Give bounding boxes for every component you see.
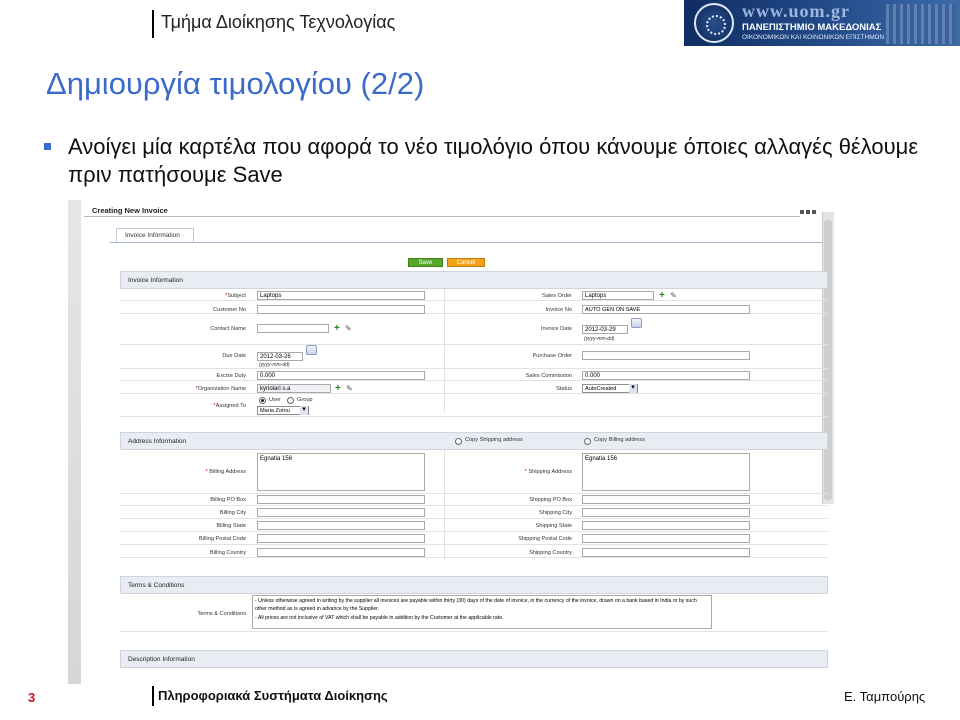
shipping-postal-label: Shipping Postal Code <box>518 536 572 542</box>
shipping-country-input[interactable] <box>582 548 750 557</box>
invoice-date-input[interactable]: 2012-03-29 <box>582 325 628 334</box>
group-radio[interactable] <box>287 397 294 404</box>
shipping-state-input[interactable] <box>582 521 750 530</box>
purchase-order-label: Purchase Order <box>532 353 572 359</box>
tab-underline <box>110 242 822 243</box>
sales-commission-input[interactable]: 0.000 <box>582 371 750 380</box>
excise-duty-label: Excise Duty <box>216 373 246 379</box>
group-radio-label: Group <box>297 397 313 403</box>
screenshot-left-edge <box>68 200 81 684</box>
assigned-to-label: *Assigned To <box>213 403 246 409</box>
terms-line-1: - Unless otherwise agreed in writing by … <box>255 598 697 612</box>
author-name: Ε. Ταμπούρης <box>844 689 926 704</box>
shipping-address-textarea[interactable]: Egnatia 156 <box>582 453 750 491</box>
page-number: 3 <box>28 690 36 705</box>
billing-state-input[interactable] <box>257 521 425 530</box>
logo-university-name: ΠΑΝΕΠΙΣΤΗΜΙΟ ΜΑΚΕΔΟΝΙΑΣ <box>742 22 882 33</box>
bullet-text: Ανοίγει μία καρτέλα που αφορά το νέο τιμ… <box>68 134 919 187</box>
sales-order-label: Sales Order <box>542 293 572 299</box>
tab-invoice-information[interactable]: Invoice Information <box>116 228 194 242</box>
footer-divider <box>152 686 154 706</box>
shipping-po-label: Shipping PO Box <box>529 497 572 503</box>
status-label: Status <box>556 386 572 392</box>
billing-city-label: Billing City <box>219 510 246 516</box>
header-divider <box>152 10 154 38</box>
window-title: Creating New Invoice <box>92 206 168 215</box>
invoice-no-label: Invoice No <box>545 307 572 313</box>
date-format-hint: (yyyy-mm-dd) <box>259 362 290 368</box>
invoice-no-input[interactable]: AUTO GEN ON SAVE <box>582 305 750 314</box>
slide-title: Δημιουργία τιμολογίου (2/2) <box>46 66 425 101</box>
building-photo-icon <box>886 4 956 44</box>
assigned-to-select[interactable]: Maria Zotou <box>257 406 309 415</box>
purchase-order-input[interactable] <box>582 351 750 360</box>
customer-no-label: Customer No <box>213 307 246 313</box>
terms-label: Terms & Conditions <box>197 611 247 617</box>
subject-label: *Subject <box>225 293 246 299</box>
billing-country-label: Billing Country <box>209 550 246 556</box>
customer-no-input[interactable] <box>257 305 425 314</box>
due-date-label: Due Date <box>222 353 246 359</box>
calendar-icon[interactable] <box>306 345 317 355</box>
clear-icon[interactable]: ✎ <box>345 325 353 333</box>
bullet-square-icon <box>44 143 51 150</box>
select-plus-icon[interactable]: + <box>335 384 343 394</box>
calendar-icon[interactable] <box>631 318 642 328</box>
shipping-po-input[interactable] <box>582 495 750 504</box>
terms-section-header: Terms & Conditions <box>120 576 828 594</box>
sales-order-input[interactable]: Laptops <box>582 291 654 300</box>
billing-postal-input[interactable] <box>257 534 425 543</box>
copy-billing-radio[interactable] <box>584 438 591 445</box>
cancel-button[interactable]: Cancel <box>447 258 485 267</box>
select-plus-icon[interactable]: + <box>334 324 342 334</box>
contact-name-input[interactable] <box>257 324 329 333</box>
due-date-input[interactable]: 2012-03-26 <box>257 352 303 361</box>
logo-url: www.uom.gr <box>742 1 850 21</box>
billing-address-label: * Billing Address <box>205 469 246 475</box>
title-divider <box>84 216 800 217</box>
billing-po-label: Billing PO Box <box>210 497 246 503</box>
shipping-city-input[interactable] <box>582 508 750 517</box>
user-radio-label: User <box>269 397 281 403</box>
sales-commission-label: Sales Commission <box>525 373 572 379</box>
status-select[interactable]: AutoCreated <box>582 384 638 393</box>
date-format-hint: (yyyy-mm-dd) <box>584 336 615 342</box>
terms-line-2: - All prices are not inclusive of VAT wh… <box>255 615 504 621</box>
window-controls-icon[interactable] <box>800 201 830 214</box>
logo-university-subtitle: ΟΙΚΟΝΟΜΙΚΩΝ ΚΑΙ ΚΟΙΝΩΝΙΚΩΝ ΕΠΙΣΤΗΜΩΝ <box>742 34 885 41</box>
billing-address-textarea[interactable]: Egnatia 156 <box>257 453 425 491</box>
copy-shipping-radio[interactable] <box>455 438 462 445</box>
university-seal-icon <box>694 3 734 43</box>
shipping-postal-input[interactable] <box>582 534 750 543</box>
excise-duty-input[interactable]: 0.000 <box>257 371 425 380</box>
contact-name-label: Contact Name <box>210 326 246 332</box>
user-radio[interactable] <box>259 397 266 404</box>
shipping-country-label: Shipping Country <box>529 550 572 556</box>
copy-billing-label: Copy Billing address <box>594 437 645 443</box>
select-plus-icon[interactable]: + <box>659 291 667 301</box>
shipping-city-label: Shipping City <box>539 510 572 516</box>
course-name: Πληροφοριακά Συστήματα Διοίκησης <box>158 688 388 703</box>
shipping-address-label: * Shipping Address <box>524 469 572 475</box>
terms-textarea[interactable]: - Unless otherwise agreed in writing by … <box>252 595 712 629</box>
description-section-header: Description Information <box>120 650 828 668</box>
organization-input[interactable]: kyriolari s.a <box>257 384 331 393</box>
billing-state-label: Billing State <box>216 523 246 529</box>
department-name: Τμήμα Διοίκησης Τεχνολογίας <box>161 12 396 32</box>
billing-country-input[interactable] <box>257 548 425 557</box>
shipping-state-label: Shipping State <box>535 523 572 529</box>
save-button[interactable]: Save <box>408 258 443 267</box>
invoice-section-header: Invoice Information <box>120 271 828 289</box>
university-logo-banner: www.uom.gr ΠΑΝΕΠΙΣΤΗΜΙΟ ΜΑΚΕΔΟΝΙΑΣ ΟΙΚΟΝ… <box>684 0 960 46</box>
invoice-date-label: Invoice Date <box>540 326 572 332</box>
billing-po-input[interactable] <box>257 495 425 504</box>
copy-shipping-label: Copy Shipping address <box>465 437 523 443</box>
organization-label: *Organization Name <box>195 386 246 392</box>
billing-postal-label: Billing Postal Code <box>199 536 246 542</box>
clear-icon[interactable]: ✎ <box>670 292 678 300</box>
subject-input[interactable]: Laptops <box>257 291 425 300</box>
billing-city-input[interactable] <box>257 508 425 517</box>
clear-icon[interactable]: ✎ <box>346 385 354 393</box>
